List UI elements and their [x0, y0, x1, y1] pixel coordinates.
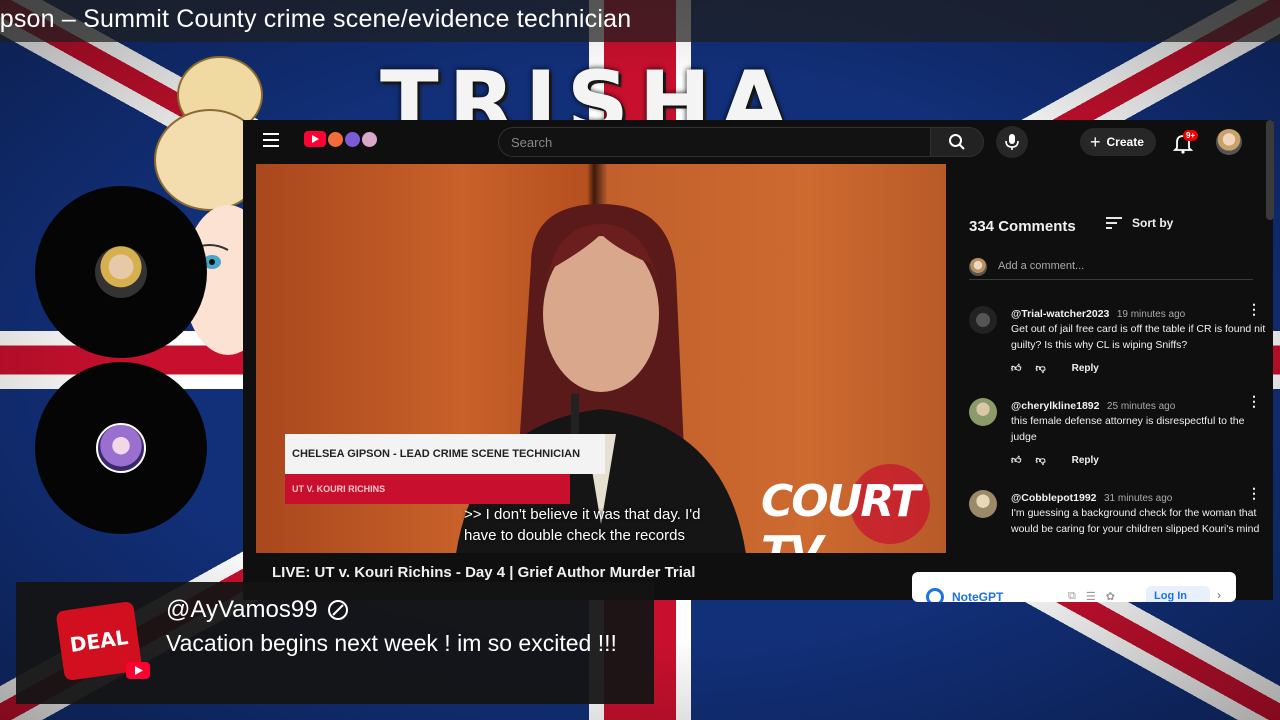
webcam-circle-guest — [35, 362, 207, 534]
reply-button[interactable]: Reply — [1072, 363, 1099, 374]
comment-item: @Trial-watcher2023 19 minutes ago ⋮ Get … — [969, 302, 1269, 384]
comment-count: 334 Comments — [969, 218, 1076, 235]
more-options-icon[interactable]: ⋮ — [1247, 394, 1261, 408]
video-player[interactable]: CHELSEA GIPSON - LEAD CRIME SCENE TECHNI… — [256, 164, 946, 553]
comment-author[interactable]: @Trial-watcher2023 — [1011, 308, 1109, 320]
dislike-icon[interactable]: 👎︎ — [1035, 454, 1045, 466]
lower-third-case: UT V. KOURI RICHINS — [285, 474, 570, 504]
scrollbar[interactable] — [1266, 120, 1274, 220]
like-icon[interactable]: 👍︎ — [1011, 362, 1021, 374]
host-avatar — [95, 246, 147, 298]
extension-icon[interactable] — [345, 131, 360, 147]
chat-highlight: DEAL @AyVamos99 Vacation begins next wee… — [16, 582, 654, 704]
comment-text: this female defense attorney is disrespe… — [1011, 415, 1245, 443]
verified-icon — [327, 600, 348, 620]
sort-label: Sort by — [1132, 216, 1174, 230]
notegpt-name[interactable]: NoteGPT — [952, 590, 1003, 602]
notegpt-logo-icon — [926, 588, 944, 602]
comment-time: 31 minutes ago — [1103, 493, 1173, 504]
dislike-icon[interactable]: 👎︎ — [1035, 362, 1045, 374]
sort-by-button[interactable]: Sort by — [1105, 216, 1173, 230]
network-logo: COURT TV — [761, 476, 920, 553]
voice-search-button[interactable] — [996, 126, 1028, 158]
sort-icon — [1106, 217, 1122, 229]
more-options-icon[interactable]: ⋮ — [1247, 302, 1261, 316]
create-label: Create — [1106, 135, 1144, 149]
closed-caption: >> I don't believe it was that day. I'd … — [464, 506, 701, 544]
youtube-logo-row[interactable] — [304, 131, 377, 147]
video-title: LIVE: UT v. Kouri Richins - Day 4 | Grie… — [272, 564, 696, 581]
chevron-right-icon[interactable]: › — [1217, 588, 1221, 602]
comment-text: I'm guessing a background check for the … — [1011, 507, 1260, 535]
youtube-window: Search + Create 9+ CHELSEA GIPSON - LEAD… — [243, 120, 1273, 600]
list-icon[interactable]: ☰ — [1086, 590, 1096, 602]
youtube-header: Search + Create 9+ — [243, 120, 1273, 164]
webcam-circle-host — [35, 186, 207, 358]
notification-badge: 9+ — [1183, 130, 1199, 141]
commenter-avatar[interactable] — [969, 306, 997, 334]
stream-title-bar: ipson – Summit County crime scene/eviden… — [0, 0, 1280, 42]
commenter-avatar[interactable] — [969, 398, 997, 426]
commenter-avatar[interactable] — [969, 490, 997, 518]
profile-avatar[interactable] — [1216, 129, 1242, 155]
search-button[interactable] — [930, 127, 984, 157]
reply-button[interactable]: Reply — [1072, 455, 1099, 466]
comment-time: 25 minutes ago — [1106, 401, 1176, 412]
microphone-icon — [1005, 134, 1019, 150]
youtube-logo-icon[interactable] — [304, 131, 326, 147]
gift-icon[interactable]: ✿ — [1106, 590, 1115, 602]
login-button[interactable]: Log In — [1146, 586, 1210, 602]
comment-item: @Cobblepot1992 31 minutes ago ⋮ I'm gues… — [969, 486, 1269, 558]
comments-section: 334 Comments Sort by Add a comment... @T… — [955, 210, 1273, 600]
guest-avatar — [96, 423, 146, 473]
stream-title: ipson – Summit County crime scene/eviden… — [0, 5, 632, 33]
chat-username: @AyVamos99 — [166, 596, 318, 623]
extension-icon[interactable] — [362, 131, 377, 147]
plus-icon: + — [1090, 132, 1101, 152]
like-icon[interactable]: 👍︎ — [1011, 454, 1021, 466]
stream-scene: TRISHA ipson – Summit County crime scene… — [0, 0, 1280, 720]
add-comment-input[interactable]: Add a comment... — [998, 260, 1084, 272]
chat-message: Vacation begins next week ! im so excite… — [166, 630, 617, 656]
search-input[interactable]: Search — [498, 127, 930, 157]
comment-item: @cherylkline1892 25 minutes ago ⋮ this f… — [969, 394, 1269, 476]
comment-author[interactable]: @Cobblepot1992 — [1011, 492, 1097, 504]
search-icon — [949, 134, 965, 150]
hamburger-menu-icon[interactable] — [263, 133, 279, 149]
copy-icon[interactable]: ⧉ — [1068, 590, 1076, 602]
extension-icon[interactable] — [328, 131, 343, 147]
lower-third-name: CHELSEA GIPSON - LEAD CRIME SCENE TECHNI… — [285, 434, 605, 474]
comment-text: Get out of jail free card is off the tab… — [1011, 323, 1266, 351]
user-avatar — [969, 258, 987, 276]
add-comment-row[interactable]: Add a comment... — [969, 258, 1253, 280]
comment-author[interactable]: @cherylkline1892 — [1011, 400, 1099, 412]
notegpt-panel: NoteGPT ⧉ ☰ ✿ Log In › — [912, 572, 1236, 602]
deal-logo-icon: DEAL — [56, 601, 150, 681]
more-options-icon[interactable]: ⋮ — [1247, 486, 1261, 500]
create-button[interactable]: + Create — [1080, 128, 1156, 156]
comment-time: 19 minutes ago — [1116, 309, 1186, 320]
lower-third: CHELSEA GIPSON - LEAD CRIME SCENE TECHNI… — [285, 434, 605, 504]
